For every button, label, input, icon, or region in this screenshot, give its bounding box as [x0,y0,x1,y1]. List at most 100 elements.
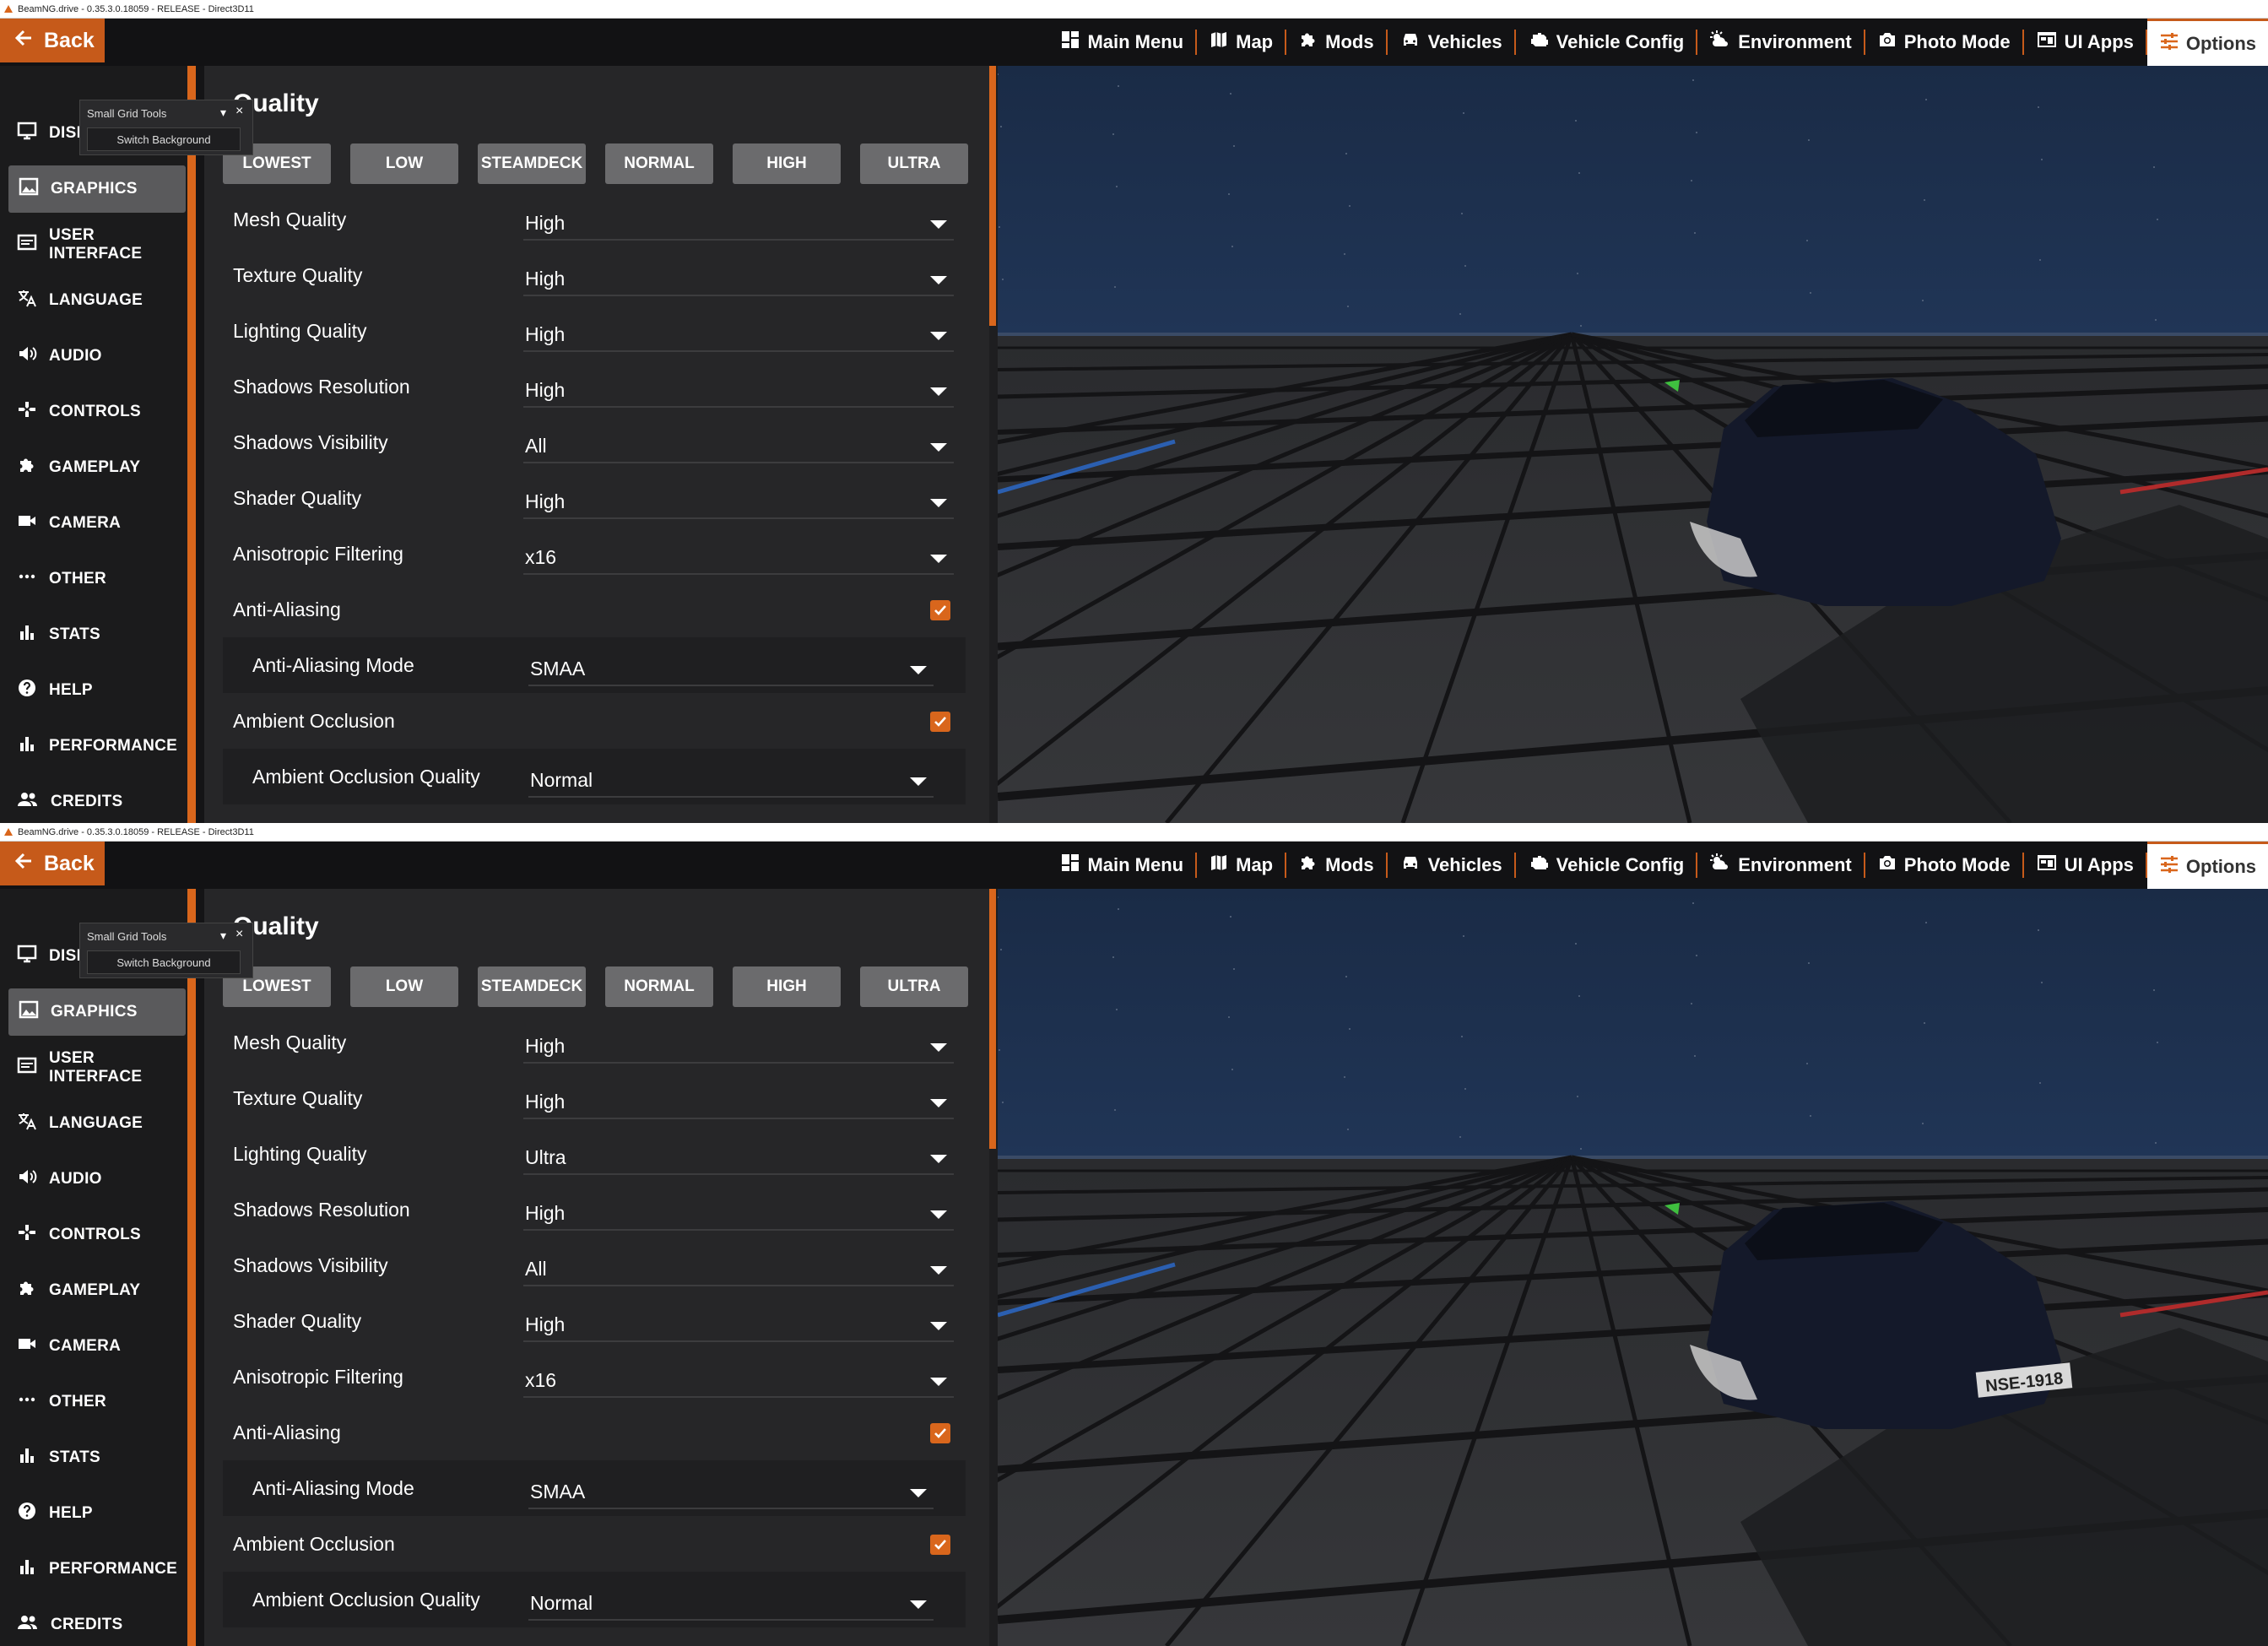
setting-dropdown[interactable]: High [523,318,954,352]
preset-button-low[interactable]: LOW [350,143,458,184]
setting-dropdown[interactable]: High [523,1197,954,1231]
scrollbar-thumb[interactable] [989,66,996,326]
setting-dropdown[interactable]: High [523,1086,954,1119]
setting-dropdown[interactable]: High [523,374,954,408]
sidebar-item-controls[interactable]: CONTROLS [0,1211,187,1259]
sidebar-item-help[interactable]: HELP [0,667,187,714]
settings-scrollbar[interactable] [989,889,998,1646]
sidebar-item-controls[interactable]: CONTROLS [0,388,187,436]
sidebar-item-performance[interactable]: PERFORMANCE [0,723,187,770]
dropdown-arrow-icon[interactable]: ▾ [220,106,226,120]
close-icon[interactable]: × [235,927,243,942]
preset-button-high[interactable]: HIGH [733,143,841,184]
preset-button-high[interactable]: HIGH [733,966,841,1007]
sidebar-item-credits[interactable]: CREDITS [0,778,187,823]
nav-item-environment[interactable]: Environment [1697,19,1863,66]
monitor-icon [17,945,49,968]
sidebar-item-audio[interactable]: AUDIO [0,333,187,380]
preset-button-steamdeck[interactable]: STEAMDECK [478,966,586,1007]
sidebar-item-credits[interactable]: CREDITS [0,1601,187,1646]
nav-item-options[interactable]: Options [2146,19,2268,66]
sidebar-item-stats[interactable]: STATS [0,1434,187,1481]
nav-item-mods[interactable]: Mods [1286,842,1385,889]
nav-item-map[interactable]: Map [1197,842,1285,889]
setting-dropdown[interactable]: SMAA [528,1475,934,1509]
switch-background-button[interactable]: Switch Background [87,127,241,151]
switch-background-button[interactable]: Switch Background [87,950,241,974]
sidebar-item-gameplay[interactable]: GAMEPLAY [0,444,187,491]
nav-item-mods[interactable]: Mods [1286,19,1385,66]
ui-apps-icon [2036,853,2065,878]
settings-scrollbar[interactable] [989,66,998,823]
sidebar-item-user-interface[interactable]: USER INTERFACE [0,1044,187,1091]
nav-item-vehicle-config[interactable]: Vehicle Config [1516,842,1697,889]
nav-item-main-menu[interactable]: Main Menu [1048,842,1195,889]
weather-icon [1709,30,1738,55]
dropdown-value: High [525,378,566,401]
back-button[interactable]: Back [0,842,105,885]
setting-dropdown[interactable]: Normal [528,1587,934,1621]
nav-item-map[interactable]: Map [1197,19,1285,66]
nav-item-vehicles[interactable]: Vehicles [1388,19,1514,66]
sidebar-item-audio[interactable]: AUDIO [0,1156,187,1203]
setting-label: Shadows Resolution [233,376,410,398]
setting-dropdown[interactable]: High [523,207,954,241]
dropdown-arrow-icon[interactable]: ▾ [220,929,226,943]
small-grid-tools-popup: Small Grid Tools ▾ × Switch Background [79,923,253,978]
caret-down-icon [930,1043,947,1052]
setting-checkbox[interactable] [930,600,950,620]
close-icon[interactable]: × [235,104,243,119]
sidebar-item-gameplay[interactable]: GAMEPLAY [0,1267,187,1314]
setting-dropdown[interactable]: High [523,1308,954,1342]
sidebar-item-language[interactable]: LANGUAGE [0,277,187,324]
back-button[interactable]: Back [0,19,105,62]
setting-checkbox[interactable] [930,712,950,732]
sidebar-item-label: USER INTERFACE [49,1049,143,1086]
sidebar-item-help[interactable]: HELP [0,1490,187,1537]
setting-dropdown[interactable]: All [523,430,954,463]
scrollbar-thumb[interactable] [989,889,996,1149]
sidebar-item-stats[interactable]: STATS [0,611,187,658]
nav-item-options[interactable]: Options [2146,842,2268,889]
setting-dropdown[interactable]: SMAA [528,652,934,686]
setting-dropdown[interactable]: x16 [523,541,954,575]
preset-button-low[interactable]: LOW [350,966,458,1007]
setting-dropdown[interactable]: Normal [528,764,934,798]
setting-dropdown[interactable]: Ultra [523,1141,954,1175]
preset-button-normal[interactable]: NORMAL [605,966,713,1007]
caret-down-icon [930,1210,947,1219]
preset-button-normal[interactable]: NORMAL [605,143,713,184]
nav-item-ui-apps[interactable]: UI Apps [2024,842,2146,889]
sidebar-item-user-interface[interactable]: USER INTERFACE [0,221,187,268]
screenshot-pane-top: BeamNG.drive - 0.35.3.0.18059 - RELEASE … [0,0,2268,823]
window-titlebar: BeamNG.drive - 0.35.3.0.18059 - RELEASE … [0,823,2268,842]
setting-dropdown[interactable]: High [523,263,954,296]
sidebar-item-camera[interactable]: CAMERA [0,500,187,547]
setting-checkbox[interactable] [930,1423,950,1443]
preset-button-ultra[interactable]: ULTRA [860,966,968,1007]
nav-item-main-menu[interactable]: Main Menu [1048,19,1195,66]
setting-dropdown[interactable]: x16 [523,1364,954,1398]
preset-button-steamdeck[interactable]: STEAMDECK [478,143,586,184]
nav-item-label: Environment [1738,31,1852,52]
sidebar-item-graphics[interactable]: GRAPHICS [8,988,186,1036]
sidebar-item-other[interactable]: OTHER [0,555,187,603]
nav-item-vehicle-config[interactable]: Vehicle Config [1516,19,1697,66]
sidebar-item-performance[interactable]: PERFORMANCE [0,1546,187,1593]
nav-item-photo-mode[interactable]: Photo Mode [1865,842,2022,889]
nav-item-ui-apps[interactable]: UI Apps [2024,19,2146,66]
nav-item-photo-mode[interactable]: Photo Mode [1865,19,2022,66]
nav-item-vehicles[interactable]: Vehicles [1388,842,1514,889]
preset-button-ultra[interactable]: ULTRA [860,143,968,184]
setting-dropdown[interactable]: High [523,1030,954,1064]
nav-item-environment[interactable]: Environment [1697,842,1863,889]
setting-dropdown[interactable]: All [523,1253,954,1286]
setting-dropdown[interactable]: High [523,485,954,519]
setting-row: Anti-Aliasing [204,1405,981,1460]
sidebar-item-graphics[interactable]: GRAPHICS [8,165,186,213]
sidebar-item-camera[interactable]: CAMERA [0,1323,187,1370]
setting-checkbox[interactable] [930,1535,950,1555]
sidebar-item-other[interactable]: OTHER [0,1378,187,1426]
setting-row: Shadows Resolution High [204,359,981,414]
sidebar-item-language[interactable]: LANGUAGE [0,1100,187,1147]
